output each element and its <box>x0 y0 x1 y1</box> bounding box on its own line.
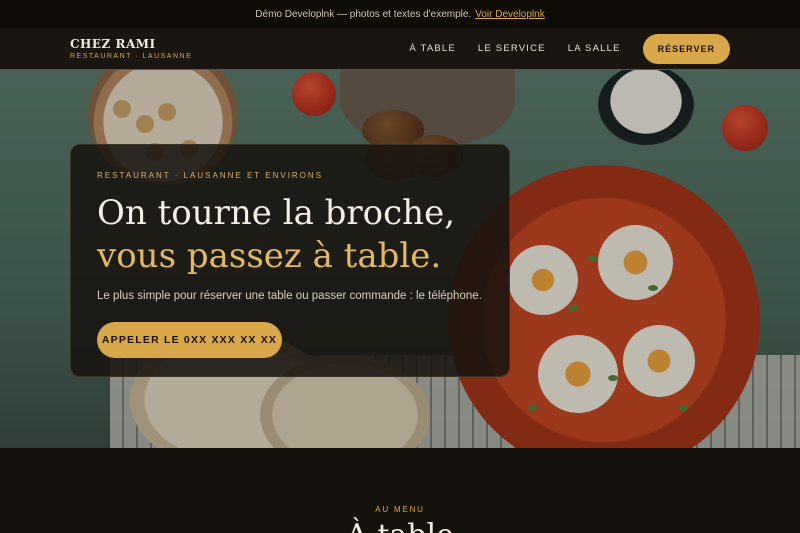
demo-notice-bar: Démo Developlnk — photos et textes d'exe… <box>0 0 800 28</box>
nav-link-la-salle[interactable]: LA SALLE <box>568 43 621 54</box>
nav-link-le-service[interactable]: LE SERVICE <box>478 43 546 54</box>
brand-name: CHEZ RAMI <box>70 37 156 51</box>
main-nav: À TABLE LE SERVICE LA SALLE RÉSERVER <box>409 33 730 64</box>
hero-subtitle: Le plus simple pour réserver une table o… <box>97 290 482 302</box>
reserve-button[interactable]: RÉSERVER <box>642 33 730 64</box>
site-header: CHEZ RAMI RESTAURANT · LAUSANNE À TABLE … <box>0 28 800 70</box>
nav-link-a-table[interactable]: À TABLE <box>409 43 456 54</box>
call-phone-button[interactable]: APPELER LE 0XX XXX XX XX <box>97 322 282 358</box>
menu-eyebrow: AU MENU <box>375 505 425 514</box>
brand-tagline: RESTAURANT · LAUSANNE <box>70 53 193 60</box>
menu-section: AU MENU À table <box>0 448 800 533</box>
demo-notice-link[interactable]: Voir Developlnk <box>475 9 544 20</box>
menu-title: À table <box>0 518 800 533</box>
hero-headline: On tourne la broche, vous passez à table… <box>97 192 483 278</box>
hero-card: RESTAURANT · LAUSANNE ET ENVIRONS On tou… <box>70 144 510 377</box>
brand-logo[interactable]: CHEZ RAMI RESTAURANT · LAUSANNE <box>70 37 192 60</box>
hero-headline-line1: On tourne la broche, <box>97 193 455 233</box>
hero-eyebrow: RESTAURANT · LAUSANNE ET ENVIRONS <box>97 171 324 180</box>
demo-notice-text: Démo Developlnk — photos et textes d'exe… <box>255 8 472 20</box>
hero-headline-line2: vous passez à table. <box>97 236 442 276</box>
